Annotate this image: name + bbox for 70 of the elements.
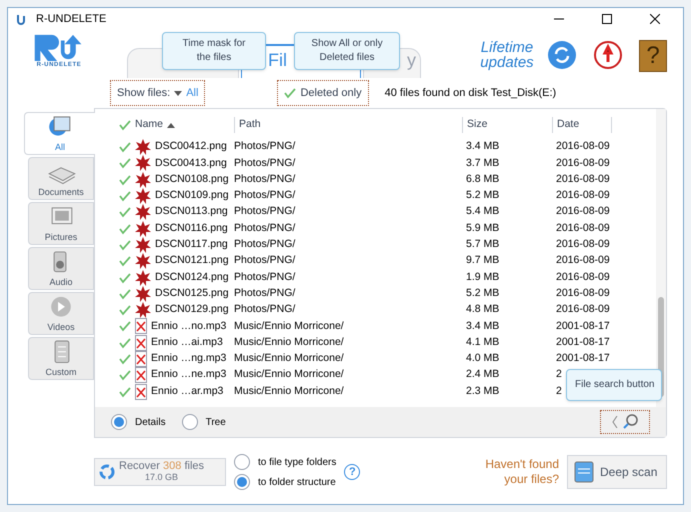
file-name: DSC00412.png <box>155 139 227 154</box>
file-path: Photos/PNG/ <box>234 303 296 316</box>
file-path: Music/Ennio Morricone/ <box>234 352 344 364</box>
file-path: Photos/PNG/ <box>234 238 296 250</box>
file-name: Ennio …ng.mp3 <box>151 351 226 366</box>
file-name: DSCN0124.png <box>155 270 229 285</box>
status-text: 40 files found on disk Test_Disk(E:) <box>384 86 556 101</box>
file-name: DSCN0125.png <box>155 286 229 301</box>
file-name: DSCN0129.png <box>155 302 229 318</box>
file-path: Photos/PNG/ <box>234 189 296 202</box>
file-date: 2 <box>556 368 562 380</box>
file-date: 2001-08-17 <box>556 336 610 348</box>
file-name: DSCN0113.png <box>155 204 228 220</box>
file-date: 2016-08-09 <box>556 172 610 185</box>
file-path: Photos/PNG/ <box>234 222 296 234</box>
file-name: DSCN0109.png <box>155 188 229 204</box>
file-date: 2016-08-09 <box>556 222 610 234</box>
file-date: 2016-08-09 <box>556 238 610 250</box>
file-path: Music/Ennio Morricone/ <box>234 320 344 332</box>
tooltip: Time mask for the files <box>162 32 266 70</box>
file-size: 9.7 MB <box>466 254 500 266</box>
file-date: 2001-08-17 <box>556 352 610 364</box>
file-path: Photos/PNG/ <box>234 156 296 169</box>
file-date: 2016-08-09 <box>556 254 610 266</box>
file-size: 5.7 MB <box>466 238 500 250</box>
file-size: 5.9 MB <box>466 222 500 234</box>
file-size: 5.4 MB <box>466 205 500 218</box>
hint-text: Haven't found your files? <box>484 457 559 487</box>
file-date: 2016-08-09 <box>556 286 610 299</box>
window-title: R-UNDELETE <box>36 12 106 27</box>
file-path: Photos/PNG/ <box>234 140 296 152</box>
tooltip: Show All or only Deleted files <box>294 32 400 70</box>
file-path: Photos/PNG/ <box>234 205 296 218</box>
file-path: Photos/PNG/ <box>234 286 296 299</box>
file-name: DSCN0116.png <box>155 220 228 236</box>
file-name: Ennio …ai.mp3 <box>151 334 223 350</box>
file-size: 1.9 MB <box>466 270 500 283</box>
file-name: Ennio …ar.mp3 <box>151 384 224 399</box>
file-date: 2016-08-09 <box>556 205 610 218</box>
file-size: 4.8 MB <box>466 303 500 316</box>
file-path: Music/Ennio Morricone/ <box>234 336 344 348</box>
file-date: 2016-08-09 <box>556 303 610 316</box>
file-size: 5.2 MB <box>466 189 500 202</box>
file-size: 2.3 MB <box>466 384 500 397</box>
file-name: DSCN0121.png <box>155 253 229 268</box>
file-date: 2016-08-09 <box>556 140 610 152</box>
file-size: 6.8 MB <box>466 172 500 185</box>
file-size: 2.4 MB <box>466 368 500 380</box>
file-size: 4.1 MB <box>466 336 500 348</box>
file-name: DSCN0108.png <box>155 172 229 187</box>
tooltip: File search button <box>566 369 662 401</box>
file-date: 2001-08-17 <box>556 320 610 332</box>
file-path: Photos/PNG/ <box>234 270 296 283</box>
file-path: Music/Ennio Morricone/ <box>234 384 344 397</box>
file-name: DSC00413.png <box>155 156 227 171</box>
file-name: Ennio …no.mp3 <box>151 318 226 334</box>
file-size: 3.4 MB <box>466 140 500 152</box>
file-date: 2016-08-09 <box>556 270 610 283</box>
file-size: 4.0 MB <box>466 352 500 364</box>
file-name: Ennio …ne.mp3 <box>151 367 226 382</box>
file-date: 2 <box>556 384 562 397</box>
file-size: 5.2 MB <box>466 286 500 299</box>
file-name: DSCN0117.png <box>155 237 228 252</box>
file-size: 3.7 MB <box>466 156 500 169</box>
file-path: Photos/PNG/ <box>234 172 296 185</box>
file-size: 3.4 MB <box>466 320 500 332</box>
file-date: 2016-08-09 <box>556 156 610 169</box>
file-date: 2016-08-09 <box>556 189 610 202</box>
file-path: Photos/PNG/ <box>234 254 296 266</box>
file-path: Music/Ennio Morricone/ <box>234 368 344 380</box>
